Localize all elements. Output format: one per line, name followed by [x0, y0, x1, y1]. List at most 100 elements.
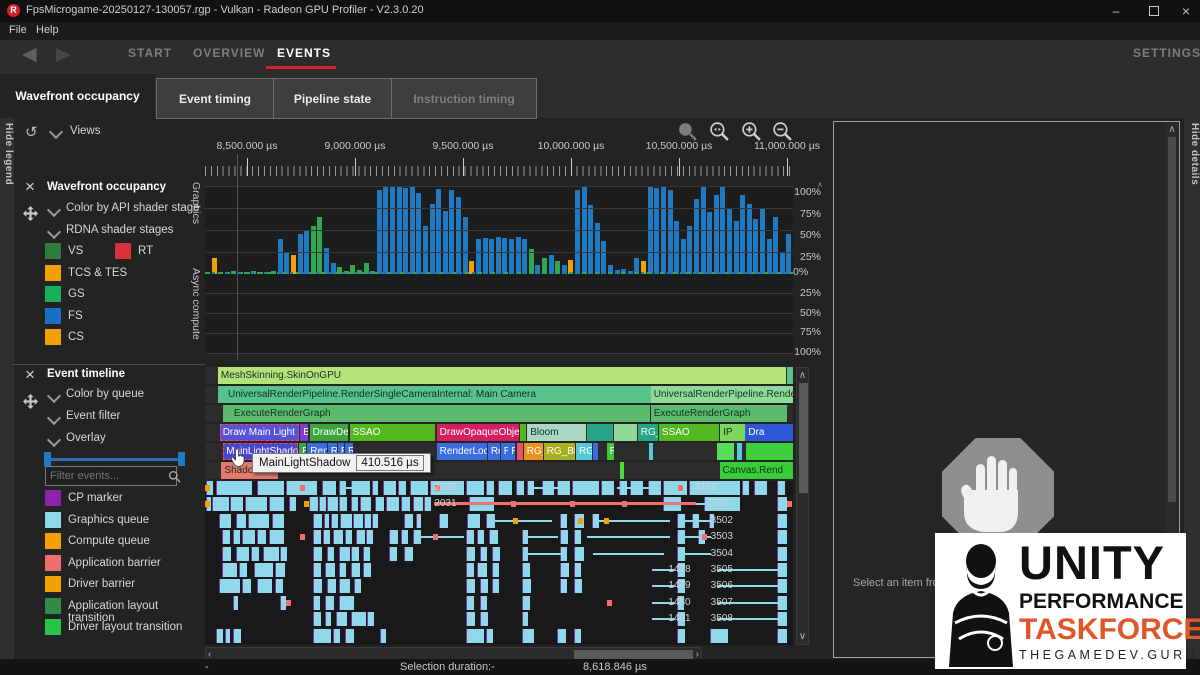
- event-block[interactable]: [323, 481, 336, 495]
- event-block[interactable]: [223, 563, 237, 577]
- event-block[interactable]: [352, 547, 359, 561]
- event-segment[interactable]: [593, 443, 598, 460]
- chevron-down-icon[interactable]: [47, 433, 61, 447]
- scroll-up-icon[interactable]: ∧: [1166, 124, 1178, 135]
- event-block[interactable]: [575, 530, 581, 544]
- event-block[interactable]: [231, 497, 243, 511]
- event-block[interactable]: [481, 579, 488, 593]
- event-block[interactable]: [368, 612, 374, 626]
- event-block[interactable]: [493, 579, 499, 593]
- event-segment[interactable]: R: [607, 443, 614, 460]
- event-block[interactable]: [320, 497, 326, 511]
- event-block[interactable]: [523, 629, 535, 643]
- event-segment[interactable]: [223, 405, 231, 422]
- event-segment[interactable]: [746, 443, 793, 460]
- event-block[interactable]: [376, 497, 384, 511]
- event-block[interactable]: [390, 547, 397, 561]
- event-segment[interactable]: SSAO: [350, 424, 436, 441]
- scroll-up-icon[interactable]: ∧: [797, 370, 808, 381]
- event-block[interactable]: [561, 514, 567, 528]
- event-block[interactable]: [223, 547, 231, 561]
- event-block[interactable]: [255, 563, 273, 577]
- event-block[interactable]: [314, 530, 321, 544]
- scroll-down-icon[interactable]: ∨: [797, 631, 808, 642]
- event-block[interactable]: [226, 629, 231, 643]
- event-block[interactable]: [328, 579, 335, 593]
- event-block[interactable]: [481, 612, 488, 626]
- move-icon[interactable]: [23, 394, 38, 409]
- event-block[interactable]: [314, 629, 332, 643]
- event-block[interactable]: [561, 579, 567, 593]
- subtab-pipeline-state[interactable]: Pipeline state: [273, 78, 392, 119]
- event-segment[interactable]: [517, 443, 523, 460]
- event-block[interactable]: [334, 530, 342, 544]
- views-label[interactable]: Views: [70, 125, 100, 137]
- event-block[interactable]: [602, 481, 614, 495]
- tab-events[interactable]: EVENTS: [277, 46, 331, 60]
- event-block[interactable]: [573, 481, 599, 495]
- event-block[interactable]: [234, 530, 240, 544]
- move-icon[interactable]: [23, 206, 38, 221]
- event-block[interactable]: [340, 497, 347, 511]
- event-block[interactable]: [220, 579, 241, 593]
- event-block[interactable]: [290, 497, 296, 511]
- event-segment[interactable]: [787, 367, 793, 384]
- event-segment[interactable]: Dra: [745, 424, 793, 441]
- event-segment[interactable]: Bloom: [527, 424, 586, 441]
- event-block[interactable]: [778, 530, 786, 544]
- event-block[interactable]: [352, 497, 358, 511]
- event-block[interactable]: [367, 530, 373, 544]
- event-block[interactable]: [467, 547, 475, 561]
- event-segment[interactable]: UniversalRenderPipeline.RenderSingleCame…: [225, 386, 651, 403]
- event-block[interactable]: [402, 497, 410, 511]
- event-block[interactable]: [467, 612, 475, 626]
- zoom-to-selection-icon[interactable]: [677, 121, 698, 142]
- event-block[interactable]: [478, 563, 486, 577]
- event-block[interactable]: [523, 596, 530, 610]
- tab-start[interactable]: START: [128, 46, 172, 60]
- event-block[interactable]: [561, 563, 569, 577]
- hide-details-strip[interactable]: Hide details: [1184, 118, 1200, 664]
- event-block[interactable]: [390, 530, 398, 544]
- event-block[interactable]: [523, 579, 531, 593]
- event-block[interactable]: [258, 579, 272, 593]
- event-block[interactable]: [310, 497, 318, 511]
- event-block[interactable]: [467, 579, 475, 593]
- event-segment[interactable]: Canvas.Rend: [720, 462, 794, 479]
- event-segment[interactable]: Bl: [300, 424, 308, 441]
- event-block[interactable]: [381, 629, 386, 643]
- event-block[interactable]: [324, 530, 330, 544]
- event-block[interactable]: [240, 563, 247, 577]
- event-block[interactable]: [314, 579, 322, 593]
- event-block[interactable]: [326, 596, 334, 610]
- undo-icon[interactable]: ↺: [25, 123, 38, 141]
- back-arrow-icon[interactable]: ◀: [22, 42, 37, 68]
- event-block[interactable]: [414, 497, 423, 511]
- event-block[interactable]: [357, 530, 365, 544]
- chevron-down-icon[interactable]: [47, 389, 61, 403]
- event-block[interactable]: [326, 612, 332, 626]
- event-segment[interactable]: Draw Main Light Shado: [220, 424, 299, 441]
- event-block[interactable]: [481, 547, 487, 561]
- event-segment[interactable]: R: [501, 443, 508, 460]
- menu-file[interactable]: File: [9, 24, 27, 36]
- event-segment[interactable]: ExecuteRenderGraph: [651, 405, 787, 422]
- event-segment[interactable]: [520, 424, 526, 441]
- forward-arrow-icon[interactable]: ▶: [56, 42, 71, 68]
- event-block[interactable]: [575, 563, 581, 577]
- event-timeline-vscrollbar[interactable]: ∧ ∨: [796, 367, 809, 645]
- maximize-button[interactable]: [1138, 0, 1170, 22]
- event-block[interactable]: [264, 547, 279, 561]
- event-segment[interactable]: RenderLoop.Dra: [437, 443, 488, 460]
- event-block[interactable]: [467, 596, 474, 610]
- tab-settings[interactable]: SETTINGS: [1133, 46, 1200, 60]
- event-block[interactable]: [314, 514, 322, 528]
- event-block[interactable]: [467, 530, 474, 544]
- event-segment[interactable]: DrawDepthN: [310, 424, 349, 441]
- event-block[interactable]: [373, 481, 379, 495]
- event-block[interactable]: [243, 530, 255, 544]
- event-block[interactable]: [481, 596, 487, 610]
- event-block[interactable]: [281, 547, 287, 561]
- event-block[interactable]: [399, 481, 406, 495]
- event-block[interactable]: [490, 530, 498, 544]
